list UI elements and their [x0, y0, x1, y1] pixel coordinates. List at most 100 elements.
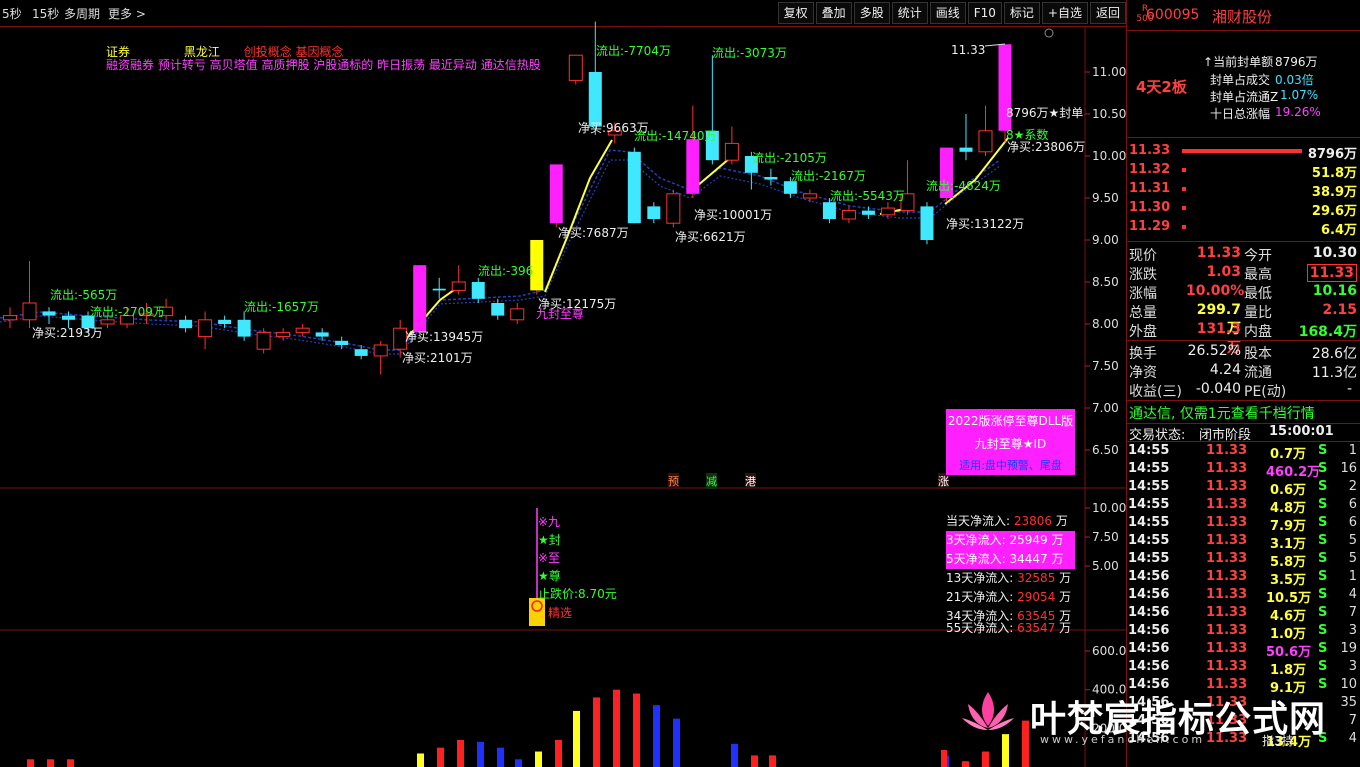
indicator-axis: 10.00 7.50 5.00 [1085, 501, 1126, 573]
candle [295, 324, 310, 337]
tick-time: 14:55 [1128, 497, 1170, 512]
candle [568, 54, 583, 85]
tick-price: 11.33 [1206, 605, 1248, 620]
candle [315, 328, 329, 341]
tick-volume: 3.5万 [1269, 573, 1306, 588]
candle [802, 189, 817, 203]
candle [354, 345, 368, 360]
candle [373, 340, 388, 375]
price-tick-label: 9.50 [1092, 191, 1119, 205]
tick-row: 14:56 11.33 1.0万 S 3 [1126, 623, 1360, 642]
tick-count: 16 [1340, 461, 1357, 476]
buy-marker: 指3持 [1262, 734, 1294, 748]
ad-text[interactable]: 通达信, 仅需1元查看千档行情 [1129, 403, 1315, 423]
kline-chart[interactable]: 11.00 10.50 10.00 9.50 9.00 8.50 8.00 7.50 7.00 6… [0, 0, 1126, 767]
tick-price: 11.33 [1206, 515, 1248, 530]
tick-time: 14:56 [1128, 569, 1170, 584]
volume-bar [633, 693, 640, 767]
volume-bar [593, 697, 600, 767]
promo-foot: 适用:盘中预警、尾盘 [959, 459, 1062, 472]
tick-volume: 460.2万 [1266, 465, 1321, 480]
flow-annotation: 流出:-3073万 [712, 46, 787, 60]
volume-bar [457, 739, 464, 767]
tick-time: 14:56 [1128, 641, 1170, 656]
watermark-url: www.yefanchen.com [1040, 733, 1206, 746]
inflow-row: 21天净流入: 29054 万 [946, 590, 1072, 604]
pick-label: 精选 [548, 606, 573, 620]
marker-forecast[interactable]: 预 [668, 473, 679, 489]
tick-time: 14:56 [1128, 623, 1170, 638]
candle [510, 303, 525, 324]
tick-side: S [1318, 605, 1328, 620]
flow-annotation: 流出:-4624万 [926, 179, 1001, 193]
marker-reduce[interactable]: 减 [706, 473, 717, 489]
candle [491, 298, 505, 320]
tick-volume: 1.8万 [1269, 663, 1306, 678]
signal-stack: ※九 ★封 ※至 ★尊 止跌价:8.70元 [538, 513, 617, 603]
tick-volume: 1.0万 [1269, 627, 1306, 642]
price-tick-label: 8.00 [1092, 317, 1119, 331]
volume-bar [769, 755, 776, 767]
seal-info-value: 19.26% [1275, 105, 1321, 119]
volume-bar [751, 755, 758, 767]
stock-code[interactable]: 600095 [1146, 7, 1199, 23]
volume-bar [962, 761, 969, 767]
tick-volume: 5.8万 [1269, 555, 1306, 570]
candle [432, 277, 446, 299]
candle [666, 189, 681, 228]
net-buy-annotation: 净买:6621万 [675, 230, 746, 244]
tick-count: 19 [1340, 641, 1357, 656]
signal-honor: ★尊 [538, 569, 561, 583]
tick-volume: 0.7万 [1269, 447, 1306, 462]
tick-count: 1 [1348, 569, 1357, 584]
tick-price: 11.33 [1206, 569, 1248, 584]
tick-price: 11.33 [1206, 479, 1248, 494]
trade-status: 交易状态: 闭市阶段 15:00:01 [1127, 423, 1360, 443]
net-buy-annotation: 净买:10001万 [694, 208, 773, 222]
inflow-row: 5天净流入: 34447 万 [946, 550, 1075, 569]
indicator-tick-label: 5.00 [1092, 559, 1119, 573]
candle [841, 206, 856, 224]
volume-bar [27, 759, 34, 767]
tick-side: S [1318, 551, 1328, 566]
volume-bar [417, 753, 424, 767]
net-buy-annotation: 净买:13122万 [946, 217, 1025, 231]
stock-name[interactable]: 湘财股份 [1212, 6, 1272, 27]
tick-side: S [1318, 569, 1328, 584]
volume-bar [515, 759, 522, 767]
net-buy-annotation: 净买:7687万 [558, 226, 629, 240]
tick-price: 11.33 [1206, 533, 1248, 548]
volume-bar [731, 743, 738, 767]
candle [705, 55, 719, 165]
tick-side: S [1318, 533, 1328, 548]
tick-count: 7 [1348, 713, 1357, 728]
candle [939, 147, 953, 203]
candle [920, 202, 934, 245]
tick-price: 11.33 [1206, 443, 1248, 458]
inflow-row: 13天净流入: 32585 万 [946, 571, 1072, 585]
net-buy-annotation: 净买:2101万 [402, 351, 473, 365]
inflow-row: 当天净流入: 23806 万 [946, 514, 1068, 528]
tick-count: 2 [1348, 479, 1357, 494]
lotus-logo-icon [958, 688, 1018, 736]
concept-line-2: 融资融券 预计转亏 高贝塔值 高质押股 沪股通标的 昨日振荡 最近异动 通达信热… [106, 58, 541, 72]
tick-count: 5 [1348, 533, 1357, 548]
indicator-tick-label: 10.00 [1092, 501, 1126, 515]
tick-price: 11.33 [1206, 497, 1248, 512]
tick-side: S [1318, 515, 1328, 530]
candle [764, 168, 778, 186]
promo-title: 2022版涨停至尊DLL版 [947, 414, 1074, 428]
promo-box: 2022版涨停至尊DLL版 九封至尊★ID 适用:盘中预警、尾盘 [946, 409, 1075, 475]
volume-bar [535, 751, 542, 767]
tick-price: 11.33 [1206, 587, 1248, 602]
seal-info-label: 十日总涨幅 [1210, 107, 1271, 121]
ad-bar[interactable]: 通达信, 仅需1元查看千档行情 [1127, 400, 1360, 424]
flow-annotation: 流出:-1657万 [244, 300, 319, 314]
candle [647, 202, 661, 224]
tick-row: 14:56 11.33 4.6万 S 7 [1126, 605, 1360, 624]
marker-hk[interactable]: 港 [745, 473, 756, 489]
tick-count: 5 [1348, 551, 1357, 566]
flow-annotation: 流出:-2167万 [791, 169, 866, 183]
volume-bar [1022, 720, 1029, 767]
marker-limit-up[interactable]: 涨 [938, 473, 949, 489]
